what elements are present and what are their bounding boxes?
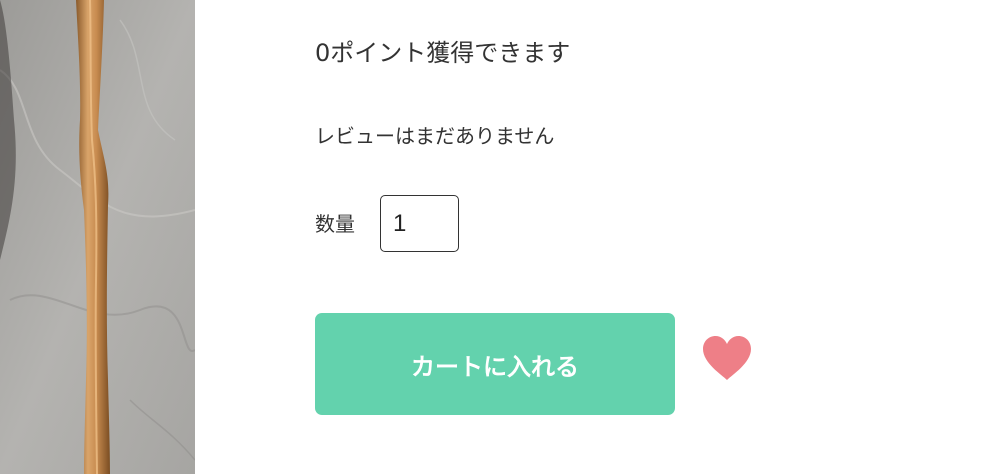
quantity-input[interactable] [380,195,459,252]
review-status-text: レビューはまだありません [315,124,555,148]
points-earned-text: 0ポイント獲得できます [315,39,571,67]
heart-icon [703,336,751,380]
favorite-button[interactable] [700,333,754,383]
add-to-cart-button[interactable]: カートに入れる [315,313,675,415]
quantity-label: 数量 [315,212,355,236]
product-detail-page: 0ポイント獲得できます レビューはまだありません 数量 カートに入れる [0,0,1002,474]
product-image [0,0,195,474]
